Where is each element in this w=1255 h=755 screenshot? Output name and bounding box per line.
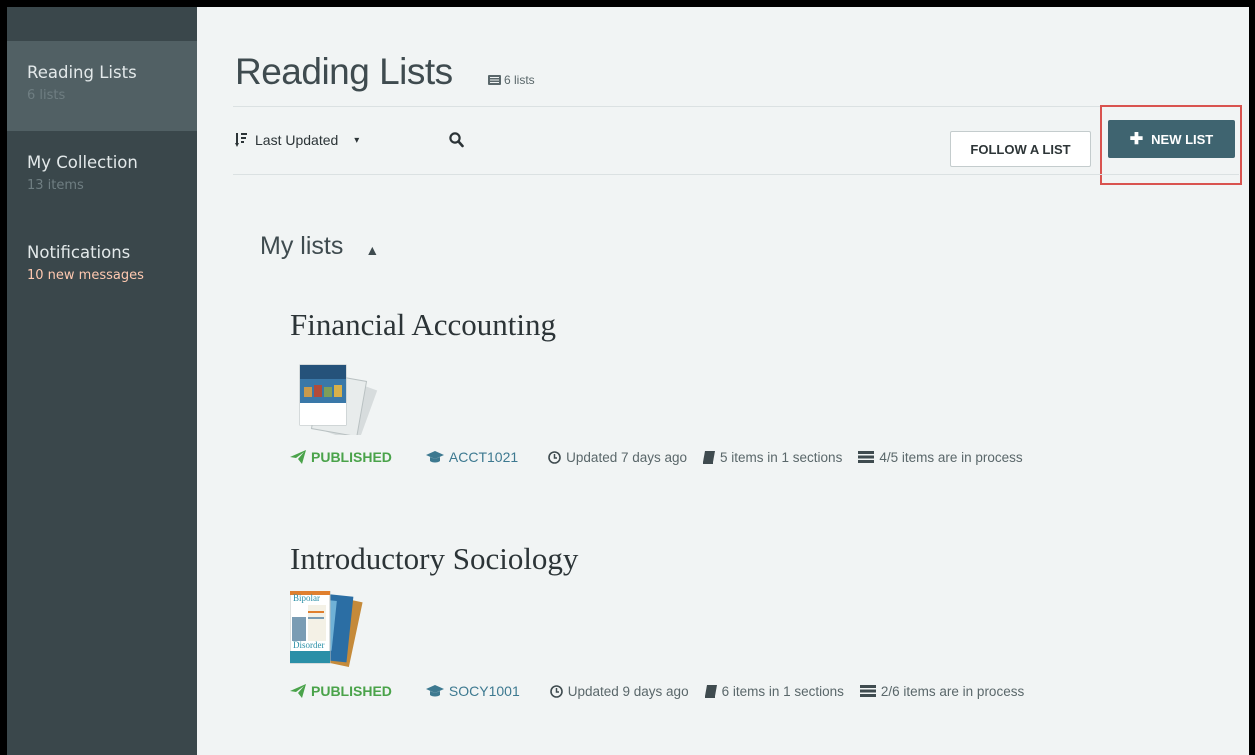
follow-list-button[interactable]: FOLLOW A LIST <box>950 131 1091 167</box>
clock-icon <box>549 684 563 698</box>
section-my-lists-toggle[interactable]: My lists ▲ <box>260 232 379 261</box>
items-info: 6 items in 1 sections <box>704 683 844 699</box>
graduation-cap-icon <box>425 451 444 463</box>
published-label: PUBLISHED <box>311 683 392 699</box>
items-info: 5 items in 1 sections <box>703 450 842 465</box>
process-info: 2/6 items are in process <box>859 683 1025 699</box>
sidebar-item-reading-lists[interactable]: Reading Lists 6 lists <box>7 41 197 131</box>
updated-text: Updated 7 days ago <box>566 449 688 465</box>
sidebar-item-label: Reading Lists <box>27 63 137 82</box>
plus-icon: ✚ <box>1129 130 1144 148</box>
sidebar-item-notifications[interactable]: Notifications 10 new messages <box>7 221 197 311</box>
course-code: ACCT1021 <box>448 449 519 465</box>
sidebar-item-sub: 6 lists <box>27 88 66 103</box>
updated-info: Updated 9 days ago <box>549 683 689 699</box>
updated-text: Updated 9 days ago <box>567 683 689 699</box>
course-code: SOCY1001 <box>448 683 520 699</box>
course-link[interactable]: ACCT1021 <box>425 449 519 465</box>
published-label: PUBLISHED <box>311 449 392 465</box>
svg-text:Bipolar: Bipolar <box>293 593 320 603</box>
stack-icon <box>859 685 876 697</box>
divider <box>233 174 1239 175</box>
items-text: 5 items in 1 sections <box>720 449 843 465</box>
sidebar-item-sub: 13 items <box>27 178 84 193</box>
app-frame: Reading Lists 6 lists My Collection 13 i… <box>7 7 1249 755</box>
published-status: PUBLISHED <box>290 449 392 465</box>
search-button[interactable] <box>449 132 464 153</box>
caret-down-icon: ▾ <box>354 134 360 146</box>
sort-label: Last Updated <box>255 132 339 148</box>
sort-icon <box>235 133 247 147</box>
clock-icon <box>548 450 561 464</box>
stack-icon <box>858 451 875 463</box>
list-icon <box>488 75 501 85</box>
svg-text:Disorder: Disorder <box>293 640 325 650</box>
published-status: PUBLISHED <box>290 683 392 699</box>
process-text: 4/5 items are in process <box>879 449 1023 465</box>
list-thumbnails[interactable]: Bipolar Disorder <box>289 590 390 667</box>
search-icon <box>449 132 464 148</box>
sidebar-item-label: Notifications <box>27 243 131 262</box>
book-cover-image <box>299 364 378 444</box>
book-icon <box>703 450 716 464</box>
list-count-text: 6 lists <box>504 73 535 87</box>
book-cover-image: Bipolar Disorder <box>289 590 363 667</box>
notifications-count: 10 new messages <box>27 268 144 283</box>
sort-dropdown[interactable]: Last Updated ▾ <box>235 132 359 148</box>
book-icon <box>704 684 717 698</box>
sidebar: Reading Lists 6 lists My Collection 13 i… <box>7 7 197 755</box>
page-title: Reading Lists <box>235 51 453 92</box>
process-info: 4/5 items are in process <box>858 449 1023 465</box>
sidebar-item-my-collection[interactable]: My Collection 13 items <box>7 131 197 221</box>
new-list-label: NEW LIST <box>1151 131 1214 147</box>
chevron-up-icon: ▲ <box>365 241 380 258</box>
main-content: Reading Lists 6 lists Last Updated ▾ FOL… <box>197 7 1249 755</box>
new-list-button[interactable]: ✚ NEW LIST <box>1108 120 1235 158</box>
list-meta: PUBLISHED ACCT1021 Updated 7 days ago 5 … <box>290 449 1023 465</box>
list-title[interactable]: Financial Accounting <box>290 307 1220 343</box>
course-link[interactable]: SOCY1001 <box>425 683 520 699</box>
graduation-cap-icon <box>425 685 444 697</box>
list-item: Financial Accounting <box>290 307 1220 444</box>
list-title[interactable]: Introductory Sociology <box>290 541 1220 577</box>
section-title: My lists <box>260 232 344 260</box>
updated-info: Updated 7 days ago <box>548 450 687 465</box>
list-meta: PUBLISHED SOCY1001 Updated 9 days ago 6 … <box>290 683 1024 699</box>
sidebar-item-label: My Collection <box>27 153 138 172</box>
list-item: Introductory Sociology Bipolar Disorder <box>289 541 1220 667</box>
paper-plane-icon <box>290 684 306 698</box>
items-text: 6 items in 1 sections <box>721 683 844 699</box>
divider <box>233 106 1239 107</box>
list-count: 6 lists <box>488 73 535 87</box>
process-text: 2/6 items are in process <box>880 683 1025 699</box>
list-thumbnails[interactable] <box>290 363 390 444</box>
paper-plane-icon <box>290 450 306 464</box>
